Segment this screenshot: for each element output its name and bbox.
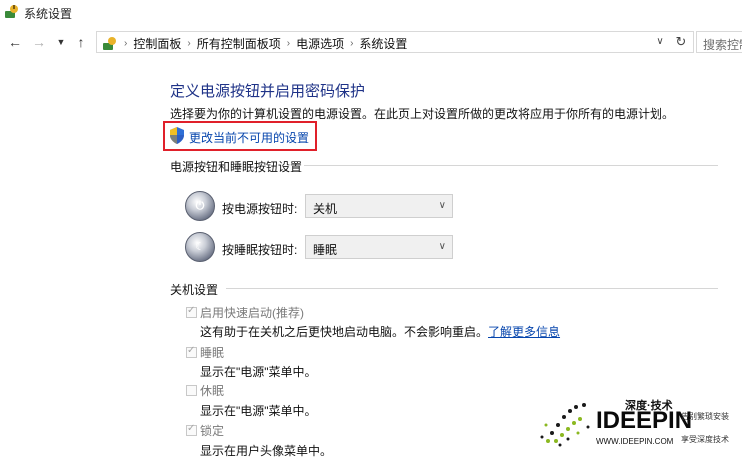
breadcrumb-separator-icon: › bbox=[286, 38, 291, 49]
refresh-icon: ↻ bbox=[675, 34, 687, 49]
watermark-tagline: 告别繁琐安装 bbox=[681, 412, 729, 421]
uac-shield-icon bbox=[170, 127, 184, 144]
breadcrumb-item[interactable]: 系统设置 bbox=[359, 35, 407, 52]
sleep-button-action-select[interactable]: 睡眠 ∨ bbox=[305, 235, 453, 259]
breadcrumb-separator-icon: › bbox=[124, 38, 128, 49]
learn-more-link[interactable]: 了解更多信息 bbox=[488, 325, 560, 339]
lock-label: 锁定 bbox=[200, 424, 225, 438]
lock-checkbox[interactable]: ✓ bbox=[186, 423, 197, 436]
sleep-label: 睡眠 bbox=[200, 346, 225, 360]
change-unavailable-settings-link[interactable]: 更改当前不可用的设置 bbox=[189, 129, 309, 146]
chevron-down-icon: ∨ bbox=[656, 36, 664, 47]
chevron-down-icon: ∨ bbox=[438, 241, 446, 252]
breadcrumb-item[interactable]: 控制面板 bbox=[133, 35, 181, 52]
sleep-button-label: 按睡眠按钮时: bbox=[222, 243, 298, 257]
arrow-left-icon: ← bbox=[8, 34, 22, 50]
hibernate-label: 休眠 bbox=[200, 384, 225, 398]
search-input[interactable]: 搜索控制 bbox=[696, 31, 742, 53]
watermark-logo-text: IDEEPIN bbox=[596, 407, 693, 434]
chevron-down-icon: ▼ bbox=[56, 37, 66, 47]
address-dropdown-button[interactable]: ∨ bbox=[652, 34, 668, 50]
shutdown-section-title: 关机设置 bbox=[170, 283, 219, 297]
breadcrumb-separator-icon: › bbox=[350, 38, 354, 49]
section-divider bbox=[226, 288, 718, 289]
checkmark-icon: ✓ bbox=[187, 423, 196, 434]
select-value: 关机 bbox=[313, 202, 338, 216]
refresh-button[interactable]: ↻ bbox=[672, 33, 690, 51]
power-button-action-select[interactable]: 关机 ∨ bbox=[305, 194, 453, 218]
power-button-label: 按电源按钮时: bbox=[222, 202, 298, 216]
breadcrumb-separator-icon: › bbox=[187, 38, 191, 49]
fast-startup-checkbox[interactable]: ✓ bbox=[186, 305, 197, 318]
arrow-up-icon: ↑ bbox=[77, 34, 85, 50]
fast-startup-label: 启用快速启动(推荐) bbox=[200, 306, 304, 320]
search-placeholder: 搜索控制 bbox=[703, 38, 742, 52]
back-button[interactable]: ← bbox=[6, 32, 24, 52]
sleep-checkbox[interactable]: ✓ bbox=[186, 345, 197, 358]
watermark-url: WWW.IDEEPIN.COM bbox=[596, 437, 674, 446]
recent-locations-button[interactable]: ▼ bbox=[52, 32, 70, 52]
sleep-button-icon: ☾ bbox=[185, 232, 215, 262]
page-title: 定义电源按钮并启用密码保护 bbox=[170, 83, 366, 100]
power-section-title: 电源按钮和睡眠按钮设置 bbox=[170, 160, 303, 174]
control-panel-icon bbox=[103, 36, 116, 50]
page-description: 选择要为你的计算机设置的电源设置。在此页上对设置所做的更改将应用于你所有的电源计… bbox=[170, 107, 675, 121]
power-button-icon: ⏻ bbox=[185, 191, 215, 221]
title-bar: 系统设置 bbox=[0, 0, 742, 24]
hibernate-description: 显示在"电源"菜单中。 bbox=[200, 404, 317, 418]
breadcrumb-item[interactable]: 电源选项 bbox=[296, 35, 344, 52]
breadcrumb-item[interactable]: 所有控制面板项 bbox=[197, 35, 281, 52]
breadcrumb: › 控制面板 › 所有控制面板项 › 电源选项 › 系统设置 bbox=[102, 35, 407, 52]
window-title: 系统设置 bbox=[24, 7, 73, 21]
select-value: 睡眠 bbox=[313, 243, 338, 257]
checkmark-icon: ✓ bbox=[187, 305, 196, 316]
section-divider bbox=[304, 165, 718, 166]
lock-description: 显示在用户头像菜单中。 bbox=[200, 444, 333, 458]
ideepin-logo-icon bbox=[540, 403, 590, 447]
sleep-description: 显示在"电源"菜单中。 bbox=[200, 365, 317, 379]
chevron-down-icon: ∨ bbox=[438, 200, 446, 211]
forward-button[interactable]: → bbox=[30, 32, 48, 52]
hibernate-checkbox[interactable] bbox=[186, 385, 197, 396]
fast-startup-description: 这有助于在关机之后更快地启动电脑。不会影响重启。了解更多信息 bbox=[200, 325, 561, 339]
checkmark-icon: ✓ bbox=[187, 345, 196, 356]
watermark-tagline: 享受深度技术 bbox=[681, 435, 729, 444]
up-button[interactable]: ↑ bbox=[72, 32, 90, 52]
arrow-right-icon: → bbox=[32, 34, 46, 50]
power-options-icon bbox=[5, 5, 18, 18]
